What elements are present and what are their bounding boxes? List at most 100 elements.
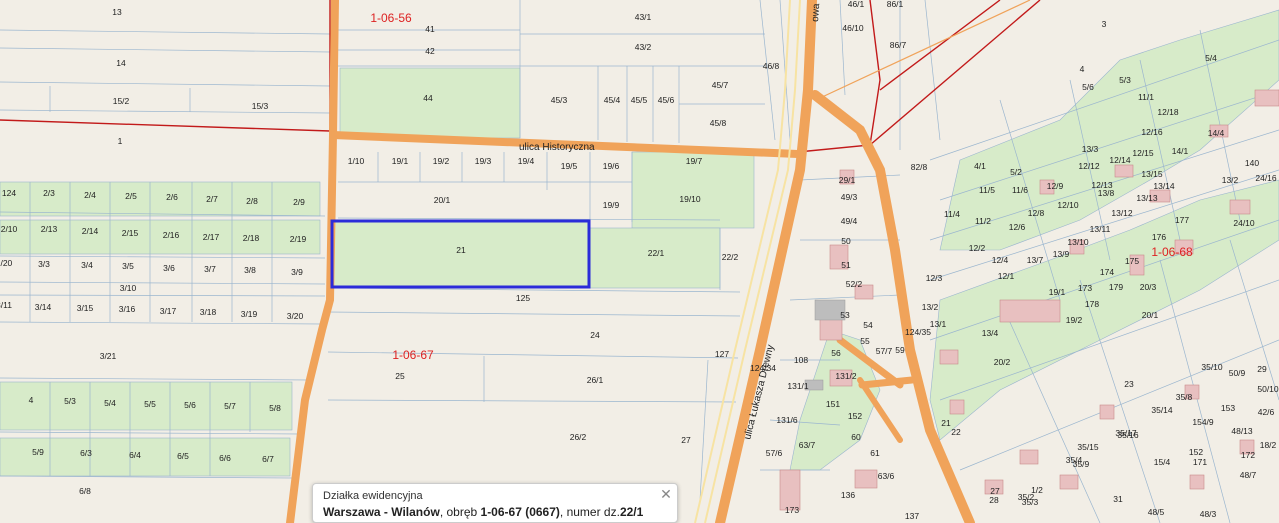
parcel-label: 1/10 <box>348 156 365 166</box>
parcel-label: 131/2 <box>835 371 857 381</box>
parcel-label: 12/1 <box>998 271 1015 281</box>
parcel-label: 176 <box>1152 232 1166 242</box>
parcel-label: 3/15 <box>77 303 94 313</box>
street-label: owa <box>810 3 822 23</box>
parcel-label: 3/16 <box>119 304 136 314</box>
parcel-label: 46/1 <box>848 0 865 9</box>
parcel-label: 57/6 <box>766 448 783 458</box>
parcel-label: 55 <box>860 336 870 346</box>
parcel-label: 18/2 <box>1260 440 1277 450</box>
parcel-label: 14/1 <box>1172 146 1189 156</box>
parcel-label: 11/1 <box>1138 92 1154 102</box>
parcel-label: 3/5 <box>122 261 134 271</box>
parcel-label: 124/34 <box>750 363 776 373</box>
parcel-label: 22/1 <box>648 248 665 258</box>
parcel-label: 173 <box>1078 283 1092 293</box>
close-x-icon[interactable]: ✕ <box>659 487 673 501</box>
parcel-label: 20/1 <box>1142 310 1159 320</box>
parcel-label: 27 <box>681 435 691 445</box>
popup-title: Działka ewidencyjna <box>323 490 423 502</box>
popup-numer-prefix: , numer dz. <box>559 505 620 519</box>
parcel-label: 49/3 <box>841 192 858 202</box>
parcel-label: 20/1 <box>434 195 451 205</box>
parcel-label: 15/3 <box>252 101 269 111</box>
parcel-label: 22 <box>951 427 961 437</box>
parcel-label: 13/2 <box>1222 175 1239 185</box>
parcel-label: 5/6 <box>1082 82 1094 92</box>
parcel-label: 12/4 <box>992 255 1009 265</box>
parcel-label: 24/10 <box>1233 218 1255 228</box>
parcel-label: 1 <box>118 136 123 146</box>
parcel-label: 2/18 <box>243 233 260 243</box>
parcel-label: 4 <box>29 395 34 405</box>
parcel-label: 12/9 <box>1047 181 1064 191</box>
parcel-label: 6/5 <box>177 451 189 461</box>
parcel-label: 174 <box>1100 267 1114 277</box>
parcel-label: 50/9 <box>1229 368 1246 378</box>
parcel-label: 13/10 <box>1067 237 1089 247</box>
parcel-label: 2/4 <box>84 190 96 200</box>
parcel-label: 23 <box>1124 379 1134 389</box>
precinct-label: 1-06-67 <box>392 348 434 362</box>
parcel-label: 12/10 <box>1057 200 1079 210</box>
parcel-label: 19/1 <box>1049 287 1066 297</box>
parcel-label: 11/6 <box>1012 185 1028 195</box>
parcel-label: 11/4 <box>944 209 960 219</box>
parcel-label: 63/7 <box>799 440 816 450</box>
parcel-label: 13/1 <box>930 319 947 329</box>
parcel-label: 19/6 <box>603 161 620 171</box>
parcel-label: 21 <box>456 245 466 255</box>
parcel-label: 1/2 <box>1031 485 1043 495</box>
parcel-label: 131/6 <box>776 415 798 425</box>
parcel-label: 15/4 <box>1154 457 1171 467</box>
popup-obreb: 1-06-67 (0667) <box>480 505 560 519</box>
parcel-label: 172 <box>1241 450 1255 460</box>
parcel-label: 136 <box>841 490 855 500</box>
parcel-label: 3 <box>1102 19 1107 29</box>
parcel-label: 35/14 <box>1151 405 1173 415</box>
parcel-label: 20/2 <box>994 357 1011 367</box>
parcel-label: 2/14 <box>82 226 99 236</box>
parcel-label: 24/16 <box>1255 173 1277 183</box>
parcel-label: 59 <box>895 345 905 355</box>
parcel-label: 2/3 <box>43 188 55 198</box>
parcel-label: 11/2 <box>975 216 991 226</box>
parcel-label: 154/9 <box>1192 417 1214 427</box>
parcel-label: 45/7 <box>712 80 729 90</box>
parcel-label: 124 <box>2 188 16 198</box>
parcel-label: 3/8 <box>244 265 256 275</box>
parcel-label: 179 <box>1109 282 1123 292</box>
parcel-label: 15/2 <box>113 96 130 106</box>
popup-numer: 22/1 <box>619 505 644 519</box>
parcel-label: 3/14 <box>35 302 52 312</box>
parcel-label: 56 <box>831 348 841 358</box>
parcel-label: 152 <box>1189 447 1203 457</box>
parcel-label: 31 <box>1113 494 1123 504</box>
parcel-label: 11/5 <box>979 185 995 195</box>
parcel-label: 29 <box>1257 364 1267 374</box>
parcel-label: 12/13 <box>1091 180 1113 190</box>
parcel-label: 19/5 <box>561 161 578 171</box>
parcel-label: 2/20 <box>0 258 13 268</box>
parcel-label: 12/15 <box>1132 148 1154 158</box>
parcel-label: 152 <box>848 411 862 421</box>
precinct-label: 1-06-68 <box>1151 245 1193 259</box>
parcel-label: 46/8 <box>763 61 780 71</box>
parcel-label: 45/8 <box>710 118 727 128</box>
cadastral-map[interactable]: 1-06-56 1-06-67 1-06-68 ulica Historyczn… <box>0 0 1279 523</box>
parcel-label: 35/16 <box>1117 430 1139 440</box>
parcel-label: 5/4 <box>104 398 116 408</box>
popup-place: Warszawa - Wilanów <box>323 505 440 519</box>
parcel-label: 35/8 <box>1176 392 1193 402</box>
parcel-label: 2/13 <box>41 224 58 234</box>
parcel-label: 45/6 <box>658 95 675 105</box>
parcel-label: 13/15 <box>1141 169 1163 179</box>
parcel-label: 6/4 <box>129 450 141 460</box>
parcel-label: 2/10 <box>1 224 18 234</box>
parcel-label: 6/7 <box>262 454 274 464</box>
parcel-label: 19/10 <box>679 194 701 204</box>
parcel-label: 125 <box>516 293 530 303</box>
parcel-label: 13/2 <box>922 302 939 312</box>
parcel-label: 2/15 <box>122 228 139 238</box>
parcel-label: 13/4 <box>982 328 999 338</box>
